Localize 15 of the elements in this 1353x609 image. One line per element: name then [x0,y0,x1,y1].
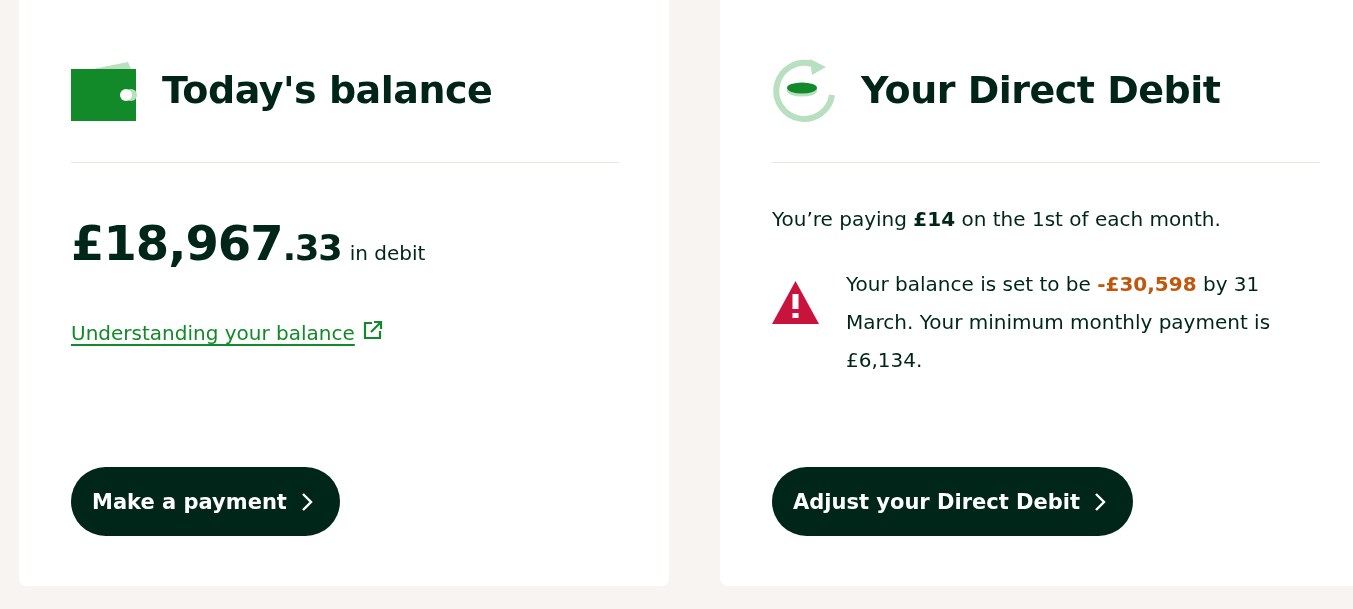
refresh-coin-icon [772,58,836,123]
balance-amount: £18,967.33 [71,219,342,267]
card-title: Today's balance [162,69,493,112]
action-button[interactable]: Make a payment [71,467,340,536]
payment-summary: You’re paying £14 on the 1st of each month. [772,206,1222,233]
warning-icon [772,281,819,324]
wallet-icon [71,60,137,121]
chevron-right-icon [300,491,313,512]
action-button[interactable]: Adjust your Direct Debit [772,467,1133,536]
external-link-icon [362,320,383,340]
understanding-balance-link[interactable]: Understanding your balance [71,319,355,347]
balance-status: in debit [349,241,426,265]
card-title: Your Direct Debit [861,69,1221,112]
chevron-right-icon [1094,491,1106,512]
balance-warning-text: Your balance is set to be -£30,598 by 31 March. Your minimum monthly payment is £6,134. [846,271,1272,374]
